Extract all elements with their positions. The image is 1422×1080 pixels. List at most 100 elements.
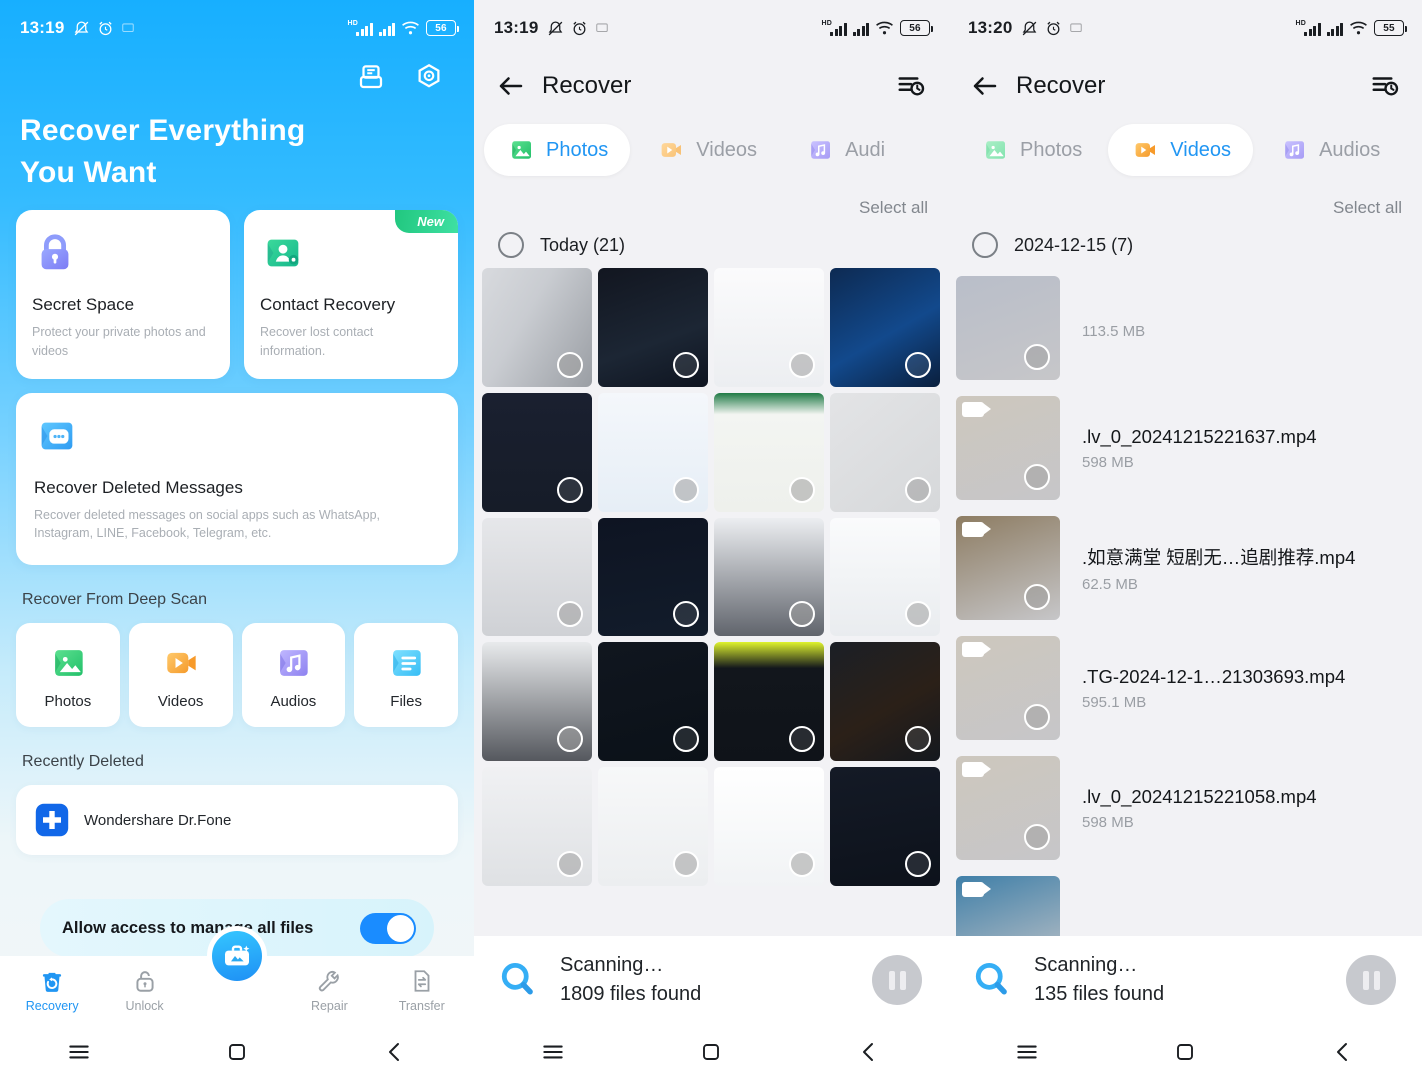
- photo-thumbnail[interactable]: [598, 517, 708, 637]
- photo-thumbnail[interactable]: [830, 517, 940, 637]
- photo-thumbnail[interactable]: [482, 268, 592, 387]
- tab-repair[interactable]: Repair: [292, 968, 366, 1013]
- allow-access-toggle[interactable]: [360, 912, 416, 944]
- card-contact-recovery[interactable]: New Contact Recovery Recover lost contac…: [244, 210, 458, 379]
- nav-home-button[interactable]: [1145, 1040, 1225, 1064]
- photo-thumbnail[interactable]: [714, 268, 824, 387]
- nav-menu-button[interactable]: [987, 1039, 1067, 1065]
- pause-button[interactable]: [1346, 955, 1396, 1005]
- status-clock: 13:19: [494, 18, 539, 37]
- card-recover-messages[interactable]: Recover Deleted Messages Recover deleted…: [16, 392, 458, 565]
- pause-button[interactable]: [872, 955, 922, 1005]
- photo-checkbox[interactable]: [789, 351, 815, 378]
- back-arrow-icon[interactable]: [970, 71, 1000, 101]
- photo-checkbox[interactable]: [557, 351, 583, 378]
- photo-checkbox[interactable]: [557, 850, 583, 877]
- select-all-button[interactable]: Select all: [948, 176, 1422, 218]
- nav-back-button[interactable]: [355, 1040, 435, 1064]
- tab-videos[interactable]: Videos: [634, 124, 779, 176]
- tab-photos[interactable]: Photos: [958, 124, 1104, 176]
- photo-checkbox[interactable]: [673, 850, 699, 877]
- select-all-button[interactable]: Select all: [474, 176, 948, 218]
- back-chevron-icon: [863, 1043, 873, 1061]
- photo-thumbnail[interactable]: [598, 642, 708, 762]
- history-list-icon[interactable]: [896, 71, 926, 101]
- photo-checkbox[interactable]: [673, 351, 699, 378]
- photo-thumbnail[interactable]: [830, 392, 940, 512]
- status-left: 13:19: [20, 18, 135, 38]
- file-row[interactable]: .如意满堂 短剧无…追剧推荐.mp4 62.5 MB: [956, 508, 1422, 628]
- photo-checkbox[interactable]: [557, 726, 583, 753]
- tile-files[interactable]: Files: [354, 623, 458, 727]
- photo-thumbnail[interactable]: [714, 392, 824, 512]
- group-header[interactable]: 2024-12-15 (7): [948, 218, 1422, 268]
- file-checkbox[interactable]: [1024, 464, 1050, 490]
- photo-thumbnail[interactable]: [482, 392, 592, 512]
- photo-checkbox[interactable]: [673, 601, 699, 628]
- file-checkbox[interactable]: [1024, 824, 1050, 850]
- file-row[interactable]: 113.5 MB: [956, 268, 1422, 388]
- photo-thumbnail[interactable]: [830, 767, 940, 886]
- photo-checkbox[interactable]: [905, 476, 931, 503]
- back-arrow-icon[interactable]: [496, 71, 526, 101]
- file-row[interactable]: .TG-2024-12-1…21303693.mp4 595.1 MB: [956, 628, 1422, 748]
- group-checkbox[interactable]: [972, 232, 998, 258]
- file-row[interactable]: .lv_0_20241215221637.mp4 598 MB: [956, 388, 1422, 508]
- photo-thumbnail[interactable]: [598, 268, 708, 387]
- photo-thumbnail[interactable]: [714, 642, 824, 762]
- group-header[interactable]: Today (21): [474, 218, 948, 268]
- tab-transfer[interactable]: Transfer: [385, 968, 459, 1013]
- nav-home-button[interactable]: [197, 1040, 277, 1064]
- photo-thumbnail[interactable]: [598, 767, 708, 886]
- photo-thumbnail[interactable]: [482, 642, 592, 762]
- nav-back-button[interactable]: [1303, 1040, 1383, 1064]
- settings-hex-icon[interactable]: [414, 62, 444, 92]
- archive-icon[interactable]: [356, 62, 386, 92]
- tab-photos[interactable]: Photos: [484, 124, 631, 176]
- group-checkbox[interactable]: [498, 232, 524, 258]
- signal-1-icon: HD: [347, 20, 373, 36]
- photo-checkbox[interactable]: [789, 601, 815, 628]
- tab-unlock[interactable]: Unlock: [108, 968, 182, 1013]
- file-row[interactable]: .lv_0_20241215221058.mp4 598 MB: [956, 748, 1422, 868]
- cast-icon: [122, 23, 135, 33]
- file-checkbox[interactable]: [1024, 704, 1050, 730]
- photo-thumbnail[interactable]: [714, 767, 824, 886]
- history-list-icon[interactable]: [1370, 71, 1400, 101]
- nav-back-button[interactable]: [829, 1040, 909, 1064]
- tile-videos[interactable]: Videos: [128, 623, 233, 727]
- photo-checkbox[interactable]: [557, 601, 583, 628]
- photo-thumbnail[interactable]: [598, 392, 708, 512]
- nav-home-button[interactable]: [671, 1040, 751, 1064]
- tab-audios[interactable]: Audios: [1257, 124, 1402, 176]
- photo-thumbnail[interactable]: [482, 517, 592, 637]
- photo-checkbox[interactable]: [673, 726, 699, 753]
- panel-recover-photos: 13:19 HD 56 Recover Photos Videos Audi S…: [474, 0, 948, 1080]
- file-checkbox[interactable]: [1024, 344, 1050, 370]
- photo-checkbox[interactable]: [789, 476, 815, 503]
- photo-checkbox[interactable]: [673, 476, 699, 503]
- photo-checkbox[interactable]: [905, 601, 931, 628]
- tile-photos[interactable]: Photos: [16, 623, 120, 727]
- photo-thumbnail[interactable]: [830, 268, 940, 387]
- tab-recovery[interactable]: Recovery: [15, 968, 89, 1013]
- recently-deleted-item[interactable]: Wondershare Dr.Fone: [16, 785, 458, 855]
- tab-label: Transfer: [398, 998, 445, 1013]
- photo-checkbox[interactable]: [905, 850, 931, 877]
- file-checkbox[interactable]: [1024, 584, 1050, 610]
- photo-checkbox[interactable]: [905, 726, 931, 753]
- photo-thumbnail[interactable]: [830, 642, 940, 762]
- nav-menu-button[interactable]: [513, 1039, 593, 1065]
- nav-menu-button[interactable]: [39, 1039, 119, 1065]
- photo-checkbox[interactable]: [789, 850, 815, 877]
- photo-thumbnail[interactable]: [482, 767, 592, 886]
- photo-thumbnail[interactable]: [714, 517, 824, 637]
- tab-videos[interactable]: Videos: [1108, 124, 1254, 176]
- toolbox-fab[interactable]: [207, 926, 267, 986]
- photo-checkbox[interactable]: [557, 476, 583, 503]
- card-secret-space[interactable]: Secret Space Protect your private photos…: [16, 210, 230, 379]
- tab-audios[interactable]: Audi: [783, 124, 907, 176]
- photo-checkbox[interactable]: [905, 351, 931, 378]
- photo-checkbox[interactable]: [789, 726, 815, 753]
- tile-audios[interactable]: Audios: [241, 623, 346, 727]
